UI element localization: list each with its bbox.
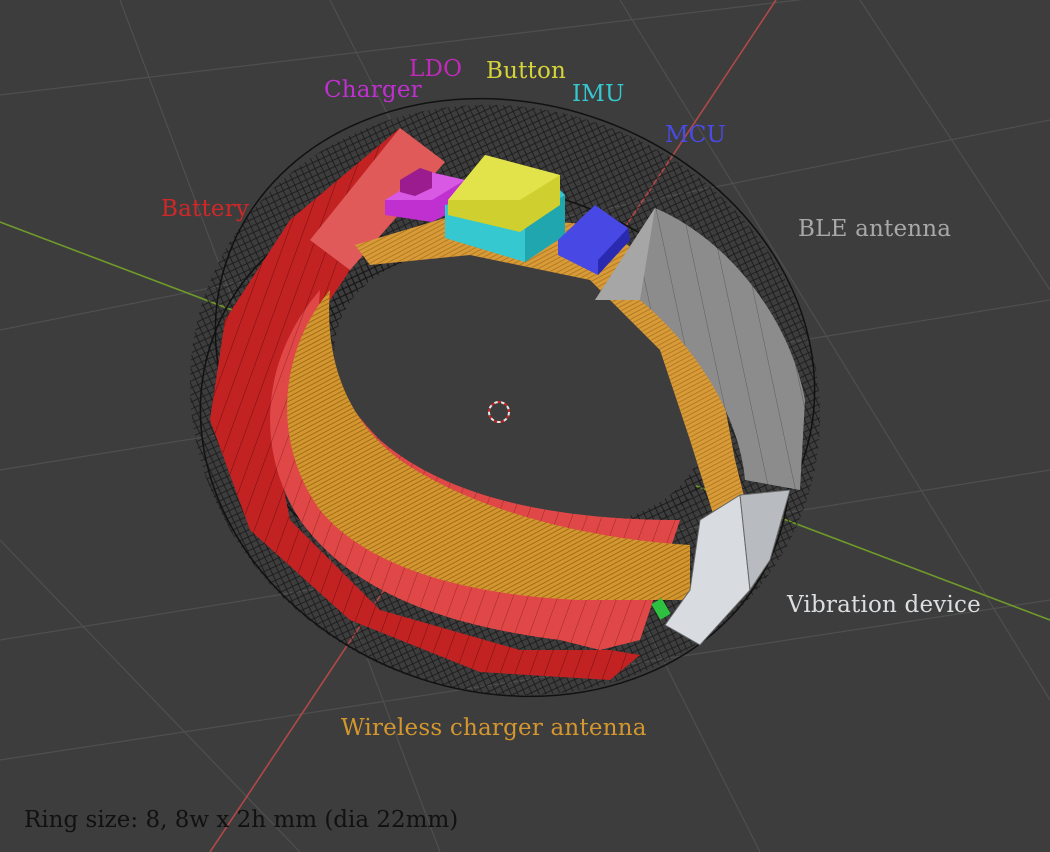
viewport-3d[interactable]: LDO Charger Button IMU MCU Battery BLE a… [0,0,1050,852]
label-wireless-charger-antenna: Wireless charger antenna [341,715,647,741]
label-ble-antenna: BLE antenna [798,216,952,242]
label-vibration-device: Vibration device [787,592,981,618]
ring-size-caption: Ring size: 8, 8w x 2h mm (dia 22mm) [24,807,459,833]
label-imu: IMU [572,81,625,107]
label-battery: Battery [161,196,250,222]
label-mcu: MCU [665,122,727,148]
label-button: Button [486,58,567,84]
label-charger: Charger [324,77,422,103]
